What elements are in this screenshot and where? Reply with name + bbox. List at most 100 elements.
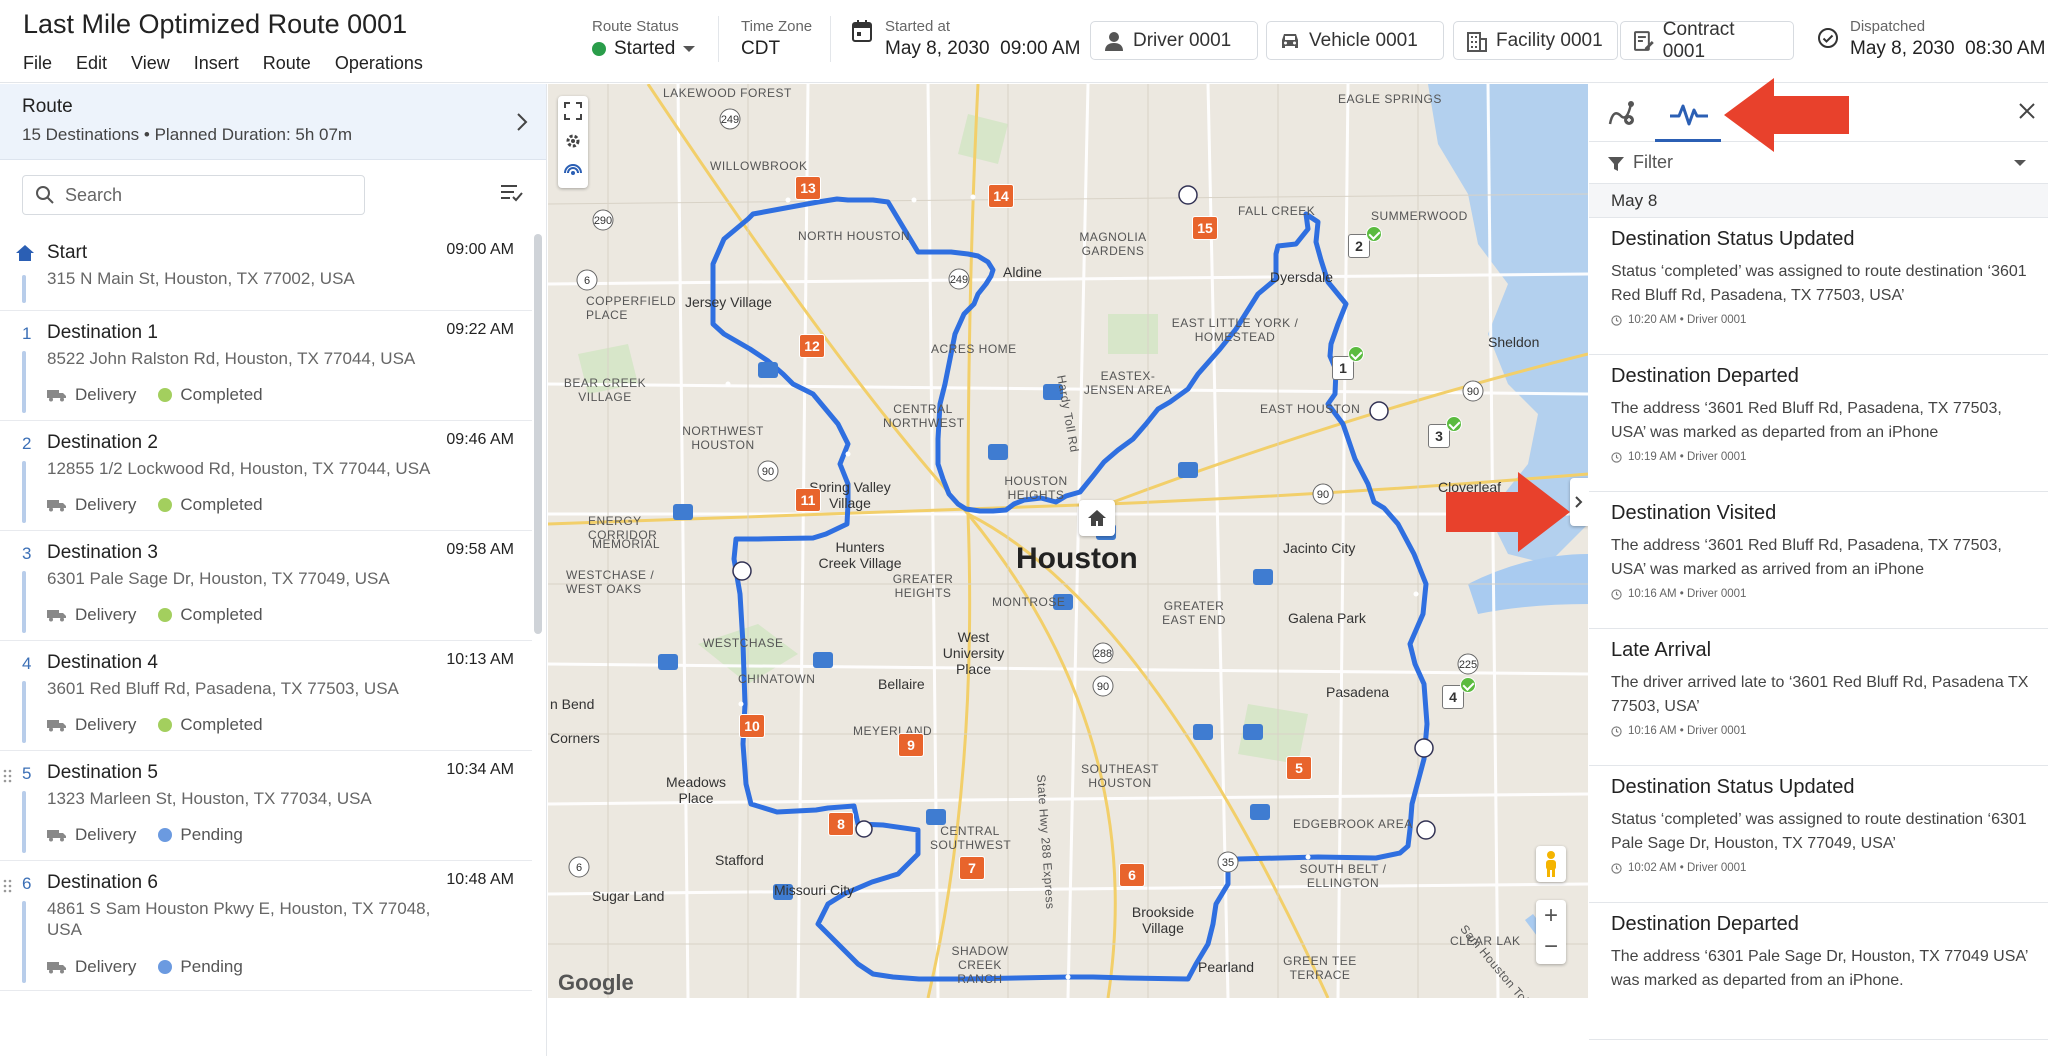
stop-pin[interactable]: 10 xyxy=(739,714,765,738)
stop-pin[interactable]: 6 xyxy=(1119,863,1145,887)
stop-row[interactable]: 5 Destination 5 10:34 AM 1323 Marleen St, H… xyxy=(0,751,532,861)
search-input[interactable] xyxy=(65,184,345,206)
filter-dropdown[interactable]: Filter xyxy=(1589,142,2048,184)
stop-pin[interactable]: 12 xyxy=(799,334,825,358)
vehicle-value: Vehicle 0001 xyxy=(1309,29,1418,51)
driver-value: Driver 0001 xyxy=(1133,29,1232,51)
divider xyxy=(830,16,831,62)
stop-row[interactable]: 3 Destination 3 09:58 AM 6301 Pale Sage Dr,… xyxy=(0,531,532,641)
date-label: May 8 xyxy=(1611,191,1658,210)
close-icon[interactable] xyxy=(2018,102,2036,120)
event-meta: 10:16 AM • Driver 0001 xyxy=(1611,725,1746,737)
activity-event[interactable]: Destination Status Updated Status ‘comple… xyxy=(1589,766,2048,903)
activity-event[interactable]: Destination Departed The address ‘6301 Pa… xyxy=(1589,903,2048,1040)
route-map[interactable]: 249 290 249 6 90 90 90 288 90 225 35 6 L… xyxy=(548,84,1588,998)
map-label: Meadows Place xyxy=(666,774,726,806)
map-label: GREATER HEIGHTS xyxy=(892,572,954,600)
driver-button[interactable]: Driver 0001 xyxy=(1090,21,1258,60)
stop-number: 5 xyxy=(22,764,32,783)
stop-status: Completed xyxy=(180,605,263,624)
panel-toggle-button[interactable] xyxy=(1570,478,1588,526)
menu-operations[interactable]: Operations xyxy=(335,53,423,74)
fullscreen-icon[interactable] xyxy=(564,102,582,120)
menu-file[interactable]: File xyxy=(23,53,52,74)
stop-pin[interactable]: 9 xyxy=(898,733,924,757)
svg-text:290: 290 xyxy=(594,215,612,227)
stop-pin[interactable]: 14 xyxy=(988,184,1014,208)
svg-text:90: 90 xyxy=(762,466,774,478)
gear-icon[interactable] xyxy=(564,132,582,150)
stop-pin[interactable]: 5 xyxy=(1286,756,1312,780)
contract-button[interactable]: Contract 0001 xyxy=(1620,19,1794,62)
route-summary-card[interactable]: Route 15 Destinations • Planned Duration… xyxy=(0,84,546,160)
clock-icon xyxy=(1611,588,1622,600)
stop-pin[interactable]: 13 xyxy=(795,176,821,200)
route-title: Last Mile Optimized Route 0001 xyxy=(23,9,408,39)
activity-event[interactable]: Destination Departed The address ‘3601 Re… xyxy=(1589,355,2048,492)
activity-event[interactable]: Destination Status Updated Status ‘comple… xyxy=(1589,218,2048,355)
stop-name: Destination 1 xyxy=(47,322,158,343)
tab-route-changes[interactable] xyxy=(1607,98,1637,133)
zoom-out-icon[interactable]: − xyxy=(1536,932,1566,964)
map-label: EAST LITTLE YORK / HOMESTEAD xyxy=(1171,316,1299,344)
stops-scrollbar[interactable] xyxy=(534,234,542,634)
stop-type: Delivery xyxy=(75,957,137,976)
event-title: Destination Status Updated xyxy=(1611,228,1855,250)
route-status-dropdown[interactable]: Started xyxy=(592,36,696,62)
zoom-in-icon[interactable]: + xyxy=(1536,900,1566,932)
map-label: SOUTHEAST HOUSTON xyxy=(1081,762,1159,790)
stop-status: Completed xyxy=(180,385,263,404)
stop-pin[interactable]: 8 xyxy=(828,812,854,836)
sort-list-button[interactable] xyxy=(500,183,524,208)
event-description: The driver arrived late to ‘3601 Red Blu… xyxy=(1611,674,2029,715)
live-tracking-icon[interactable] xyxy=(564,162,582,180)
stop-row[interactable]: 2 Destination 2 09:46 AM 12855 1/2 Lockwood… xyxy=(0,421,532,531)
menu-insert[interactable]: Insert xyxy=(194,53,239,74)
event-meta: 10:19 AM • Driver 0001 xyxy=(1611,451,1746,463)
map-label: NORTH HOUSTON xyxy=(798,229,911,243)
status-dot-icon xyxy=(158,828,173,842)
route-card-title: Route xyxy=(22,96,73,117)
status-dot-icon xyxy=(158,388,173,402)
drag-handle-icon[interactable] xyxy=(3,769,13,783)
map-label: GREATER EAST END xyxy=(1162,599,1226,627)
stop-row[interactable]: 6 Destination 6 10:48 AM 4861 S Sam Houston… xyxy=(0,861,532,991)
stop-row[interactable]: 1 Destination 1 09:22 AM 8522 John Ralston … xyxy=(0,311,532,421)
menu-route[interactable]: Route xyxy=(263,53,311,74)
drag-handle-icon[interactable] xyxy=(3,879,13,893)
tab-activity[interactable] xyxy=(1655,92,1721,142)
activity-event[interactable]: Destination Visited The address ‘3601 Red… xyxy=(1589,492,2048,629)
route-status-value: Started xyxy=(614,38,676,59)
stop-number: 3 xyxy=(22,544,32,563)
event-title: Destination Departed xyxy=(1611,913,1799,935)
vehicle-button[interactable]: Vehicle 0001 xyxy=(1266,21,1444,60)
time-zone-label: Time Zone xyxy=(741,18,813,35)
activity-event[interactable]: Late Arrival The driver arrived late to ‘… xyxy=(1589,629,2048,766)
facility-button[interactable]: Facility 0001 xyxy=(1453,21,1618,60)
event-meta-text: 10:20 AM • Driver 0001 xyxy=(1628,314,1747,326)
stop-pin[interactable]: 7 xyxy=(959,856,985,880)
completed-check-icon xyxy=(1348,346,1364,362)
sort-check-icon xyxy=(501,185,523,202)
activity-feed: Destination Status Updated Status ‘comple… xyxy=(1589,218,2048,1056)
menu-view[interactable]: View xyxy=(131,53,170,74)
stop-row[interactable]: 4 Destination 4 10:13 AM 3601 Red Bluff Rd,… xyxy=(0,641,532,751)
stop-address: 1323 Marleen St, Houston, TX 77034, USA xyxy=(47,789,372,808)
stop-name: Destination 4 xyxy=(47,652,158,673)
start-marker[interactable] xyxy=(1079,500,1115,536)
map-label: Sheldon xyxy=(1488,334,1540,350)
stop-meta: Delivery Completed xyxy=(47,385,263,405)
start-stop-row[interactable]: Start 09:00 AM 315 N Main St, Houston, TX … xyxy=(0,231,532,311)
calendar-icon xyxy=(852,20,872,47)
clock-icon xyxy=(1611,725,1622,737)
route-panel: Route 15 Destinations • Planned Duration… xyxy=(0,84,547,1056)
stop-pin[interactable]: 11 xyxy=(795,488,821,512)
street-view-button[interactable] xyxy=(1536,846,1566,882)
stop-name: Start xyxy=(47,242,88,263)
truck-icon xyxy=(47,830,66,842)
divider xyxy=(718,16,719,62)
map-label: WESTCHASE / WEST OAKS xyxy=(566,568,655,596)
map-label: ACRES HOME xyxy=(931,342,1017,356)
stop-pin[interactable]: 15 xyxy=(1192,216,1218,240)
menu-edit[interactable]: Edit xyxy=(76,53,107,74)
